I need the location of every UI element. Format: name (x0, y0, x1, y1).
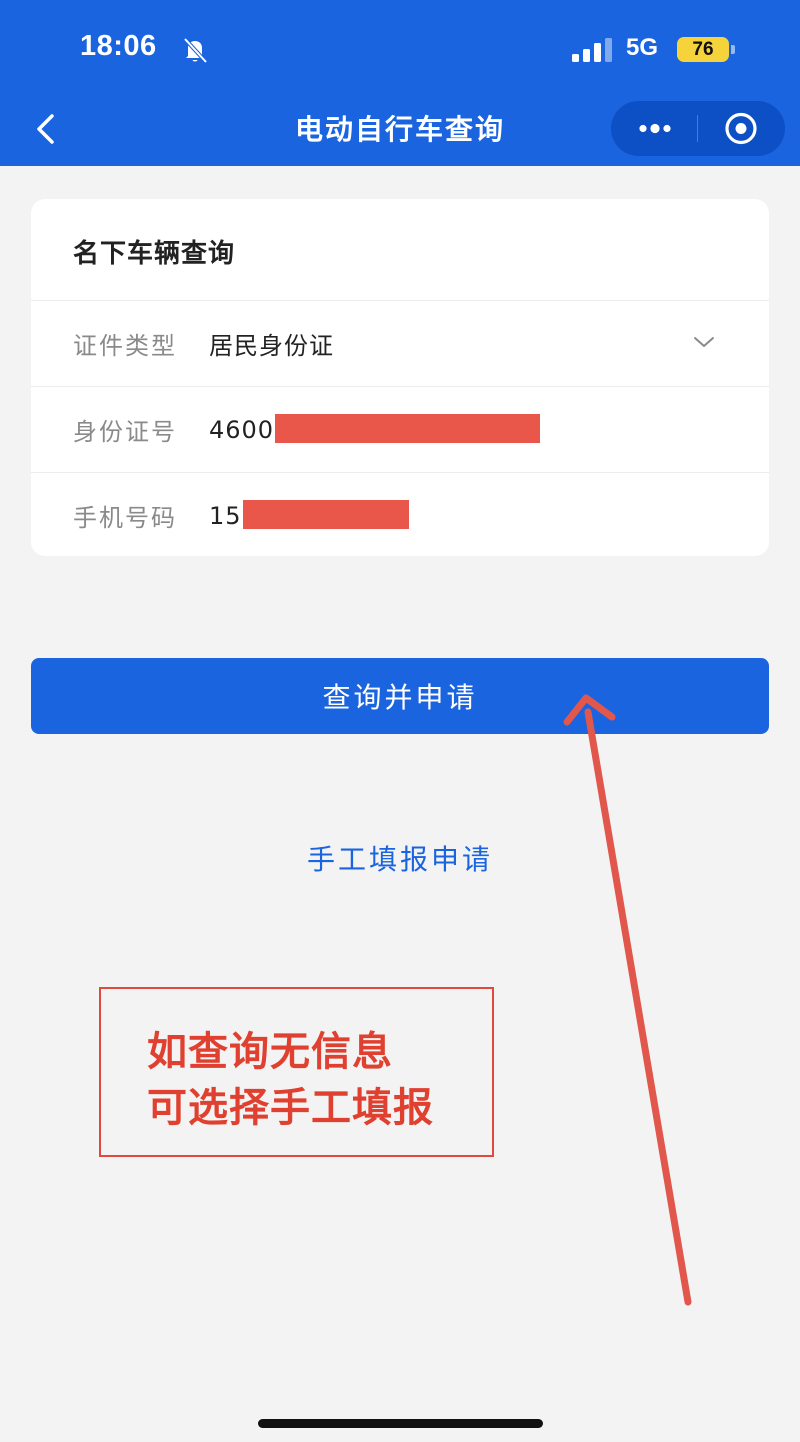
card-title: 名下车辆查询 (73, 239, 236, 269)
annotation-line-2: 可选择手工填报 (147, 1085, 434, 1131)
mute-icon (183, 37, 208, 64)
manual-apply-link[interactable]: 手工填报申请 (0, 838, 800, 878)
id-number-row: 身份证号 4600 (31, 386, 769, 472)
annotation-line-1: 如查询无信息 (147, 1029, 393, 1075)
id-type-select[interactable]: 居民身份证 (209, 326, 334, 361)
phone-row: 手机号码 15 (31, 472, 769, 558)
status-time: 18:06 (80, 30, 157, 62)
phone-input[interactable]: 15 (209, 502, 242, 530)
network-type: 5G (626, 34, 659, 61)
redaction-mark (243, 500, 409, 529)
target-icon[interactable] (721, 111, 761, 146)
app-screen: 18:06 5G 76 电动自行车查询 名下车辆查询 证件类型 居民身份证 身份… (0, 0, 800, 1442)
id-number-label: 身份证号 (73, 418, 177, 446)
chevron-down-icon[interactable] (693, 334, 715, 350)
vehicle-query-card: 名下车辆查询 证件类型 居民身份证 身份证号 4600 手机号码 15 (31, 199, 769, 556)
id-type-row[interactable]: 证件类型 居民身份证 (31, 300, 769, 386)
id-type-label: 证件类型 (73, 332, 177, 360)
phone-label: 手机号码 (73, 504, 177, 532)
capsule-divider (697, 115, 698, 142)
mini-program-capsule (611, 101, 785, 156)
redaction-mark (275, 414, 540, 443)
header-bar: 18:06 5G 76 电动自行车查询 (0, 0, 800, 166)
more-icon[interactable] (633, 113, 677, 144)
battery-level: 76 (677, 37, 729, 62)
home-indicator (258, 1419, 543, 1428)
annotation-box: 如查询无信息 可选择手工填报 (99, 987, 494, 1157)
battery-cap (731, 45, 735, 54)
signal-icon (572, 38, 612, 62)
query-apply-button[interactable]: 查询并申请 (31, 658, 769, 734)
id-number-input[interactable]: 4600 (209, 416, 274, 444)
